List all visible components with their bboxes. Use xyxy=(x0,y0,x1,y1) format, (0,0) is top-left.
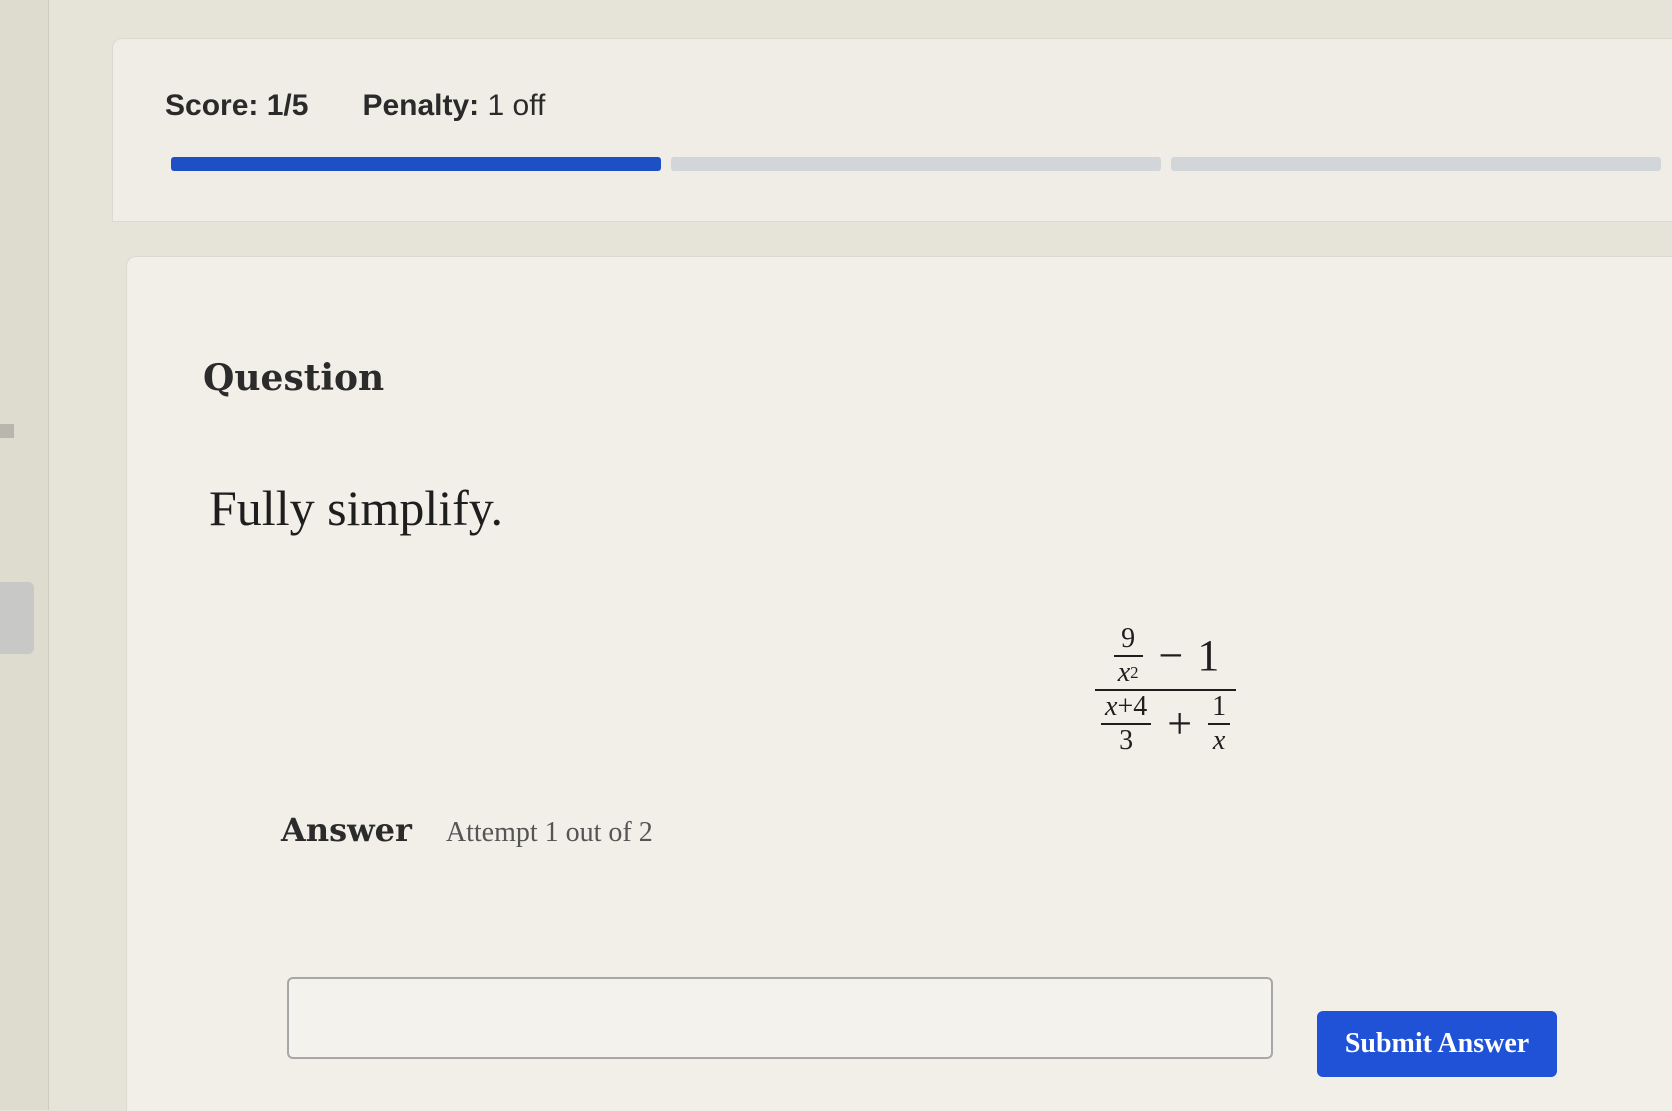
answer-header: Answer Attempt 1 out of 2 xyxy=(281,811,653,849)
submit-answer-button[interactable]: Submit Answer xyxy=(1317,1011,1557,1077)
plus-operator: + xyxy=(1167,699,1193,749)
score-panel: Score: 1/5 Penalty: 1 off xyxy=(112,38,1672,222)
answer-input[interactable] xyxy=(287,977,1273,1059)
fraction-denominator: 3 xyxy=(1119,724,1134,756)
constant-term: 1 xyxy=(1197,631,1220,681)
variable: x xyxy=(1117,656,1131,688)
main-numerator: 9 x2 − 1 xyxy=(1108,623,1224,689)
attempt-counter: Attempt 1 out of 2 xyxy=(445,817,653,848)
score-label: Score: xyxy=(165,89,259,122)
score-display: Score: 1/5 xyxy=(165,89,308,123)
minus-operator: − xyxy=(1158,631,1184,681)
score-progress-bar xyxy=(171,157,1661,171)
side-panel-tab[interactable] xyxy=(0,582,34,654)
plus-operator: + xyxy=(1117,691,1134,722)
one-over-x: 1 x xyxy=(1208,691,1231,757)
penalty-label: Penalty: xyxy=(362,89,480,122)
fraction-numerator: 1 xyxy=(1212,691,1227,722)
score-value: 1/5 xyxy=(266,89,309,122)
progress-segment xyxy=(1171,157,1661,171)
penalty-value: 1 off xyxy=(487,89,546,122)
question-panel: Question Fully simplify. 9 x2 − 1 x+4 3 xyxy=(126,256,1672,1111)
fraction-denominator: x2 xyxy=(1114,657,1143,689)
exponent: 2 xyxy=(1130,662,1139,682)
nine-over-x-squared: 9 x2 xyxy=(1113,623,1143,689)
fraction-numerator: x +4 xyxy=(1101,691,1151,723)
fraction-denominator: x xyxy=(1212,724,1226,756)
rail-marker xyxy=(0,424,14,438)
x-plus-four-over-three: x +4 3 xyxy=(1101,691,1152,757)
main-fraction: 9 x2 − 1 x +4 3 + 1 x xyxy=(1095,623,1237,757)
left-rail xyxy=(0,0,49,1110)
question-heading: Question xyxy=(203,357,385,399)
question-instruction: Fully simplify. xyxy=(209,480,504,536)
fraction-numerator: 9 xyxy=(1121,623,1136,654)
constant-term: 4 xyxy=(1133,691,1148,722)
math-expression: 9 x2 − 1 x +4 3 + 1 x xyxy=(1095,623,1237,757)
main-denominator: x +4 3 + 1 x xyxy=(1095,691,1236,757)
progress-segment xyxy=(171,157,661,171)
score-row: Score: 1/5 Penalty: 1 off xyxy=(165,89,545,123)
penalty-display: Penalty: 1 off xyxy=(362,89,545,123)
progress-segment xyxy=(671,157,1161,171)
variable: x xyxy=(1105,691,1118,722)
answer-label: Answer xyxy=(281,811,412,849)
